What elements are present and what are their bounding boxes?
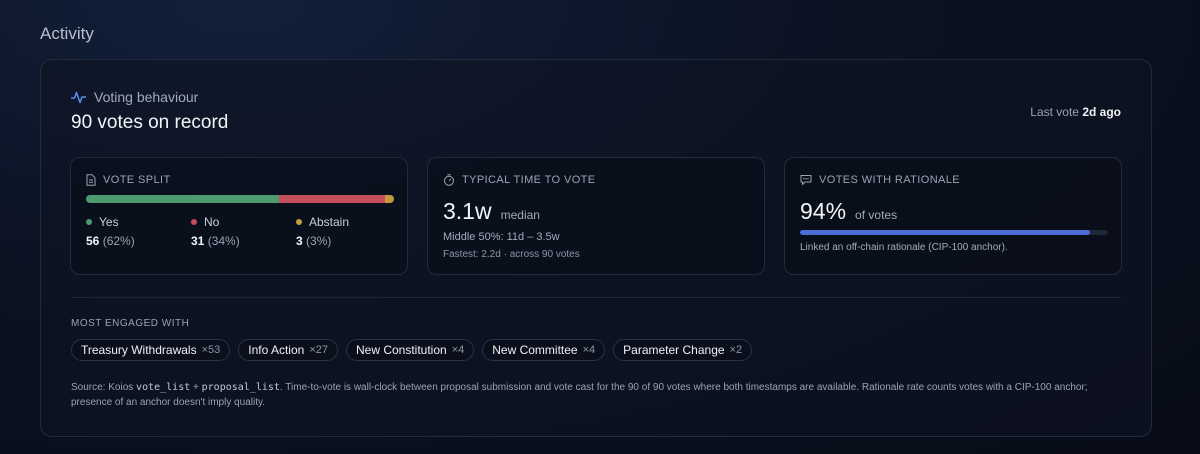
chip-name: Parameter Change (623, 343, 725, 357)
chip-count: ×4 (582, 344, 596, 356)
chip-name: New Committee (492, 343, 578, 357)
chip-count: ×2 (729, 344, 743, 356)
legend-yes: Yes 56 (62%) (86, 215, 135, 248)
abstain-count: 3 (296, 234, 303, 248)
chip-treasury-withdrawals[interactable]: Treasury Withdrawals ×53 (71, 339, 231, 361)
message-icon (800, 174, 812, 186)
vote-split-tile: VOTE SPLIT Yes 56 (62%) No 31 (34%) Abst… (70, 157, 408, 275)
middle-range: Middle 50%: 11d – 3.5w (443, 231, 560, 243)
source-plus: + (190, 382, 202, 393)
chip-new-constitution[interactable]: New Constitution ×4 (345, 339, 475, 361)
last-vote: Last vote 2d ago (1030, 105, 1121, 119)
no-pct: (34%) (207, 234, 240, 248)
card-title: 90 votes on record (71, 112, 229, 133)
vote-split-segment-no (278, 195, 385, 203)
yes-count: 56 (86, 234, 100, 248)
chip-name: Treasury Withdrawals (81, 343, 197, 357)
vote-split-header: VOTE SPLIT (86, 174, 171, 186)
document-icon (86, 174, 96, 186)
vote-split-bar (86, 195, 394, 203)
rationale-value-row: 94% of votes (800, 198, 897, 225)
rationale-progress-fill (800, 230, 1090, 235)
voting-behaviour-card: Voting behaviour 90 votes on record Last… (40, 59, 1152, 437)
no-count: 31 (191, 234, 205, 248)
legend-no: No 31 (34%) (191, 215, 240, 248)
time-to-vote-value-row: 3.1w median (443, 198, 540, 225)
activity-pulse-icon (71, 91, 86, 104)
rationale-progress-bar (800, 230, 1108, 235)
yes-pct: (62%) (102, 234, 135, 248)
fastest-note: Fastest: 2.2d · across 90 votes (443, 249, 580, 260)
abstain-dot (296, 219, 302, 225)
last-vote-value: 2d ago (1082, 105, 1121, 119)
chip-count: ×53 (201, 344, 221, 356)
most-engaged-label: MOST ENGAGED WITH (71, 318, 190, 329)
chip-count: ×27 (309, 344, 328, 356)
time-to-vote-unit: median (500, 208, 540, 222)
vote-split-label: VOTE SPLIT (103, 174, 171, 186)
source-note: Source: Koios vote_list + proposal_list.… (71, 380, 1131, 410)
abstain-pct: (3%) (306, 234, 332, 248)
no-label: No (204, 215, 220, 229)
engaged-chips: Treasury Withdrawals ×53 Info Action ×27 N… (71, 339, 753, 361)
chip-info-action[interactable]: Info Action ×27 (238, 339, 338, 361)
rationale-header: VOTES WITH RATIONALE (800, 174, 960, 186)
source-code-vote-list: vote_list (136, 382, 191, 393)
abstain-label: Abstain (309, 215, 350, 229)
last-vote-label: Last vote (1030, 105, 1079, 119)
chip-name: New Constitution (355, 343, 447, 357)
source-prefix: Source: Koios (71, 382, 137, 393)
time-to-vote-value: 3.1w (443, 198, 492, 224)
divider (71, 297, 1121, 298)
kicker-label: Voting behaviour (94, 89, 199, 105)
no-dot (191, 219, 197, 225)
chip-name: Info Action (248, 343, 305, 357)
rationale-value: 94% (800, 198, 847, 224)
chip-parameter-change[interactable]: Parameter Change ×2 (613, 339, 753, 361)
chip-new-committee[interactable]: New Committee ×4 (482, 339, 606, 361)
rationale-note: Linked an off-chain rationale (CIP-100 a… (800, 242, 1008, 253)
vote-split-segment-abstain (384, 195, 394, 203)
time-to-vote-tile: TYPICAL TIME TO VOTE 3.1w median Middle … (427, 157, 765, 275)
rationale-tile: VOTES WITH RATIONALE 94% of votes Linked… (784, 157, 1122, 275)
yes-dot (86, 219, 92, 225)
rationale-unit: of votes (855, 208, 898, 222)
vote-split-segment-yes (86, 195, 279, 203)
time-to-vote-label: TYPICAL TIME TO VOTE (462, 174, 596, 186)
legend-abstain: Abstain 3 (3%) (296, 215, 349, 248)
section-title: Activity (40, 24, 94, 43)
time-to-vote-header: TYPICAL TIME TO VOTE (443, 174, 596, 186)
rationale-label: VOTES WITH RATIONALE (819, 174, 961, 186)
source-code-proposal-list: proposal_list (201, 382, 280, 393)
yes-label: Yes (99, 215, 119, 229)
card-kicker: Voting behaviour (71, 89, 198, 105)
stopwatch-icon (443, 174, 455, 186)
chip-count: ×4 (451, 344, 465, 356)
